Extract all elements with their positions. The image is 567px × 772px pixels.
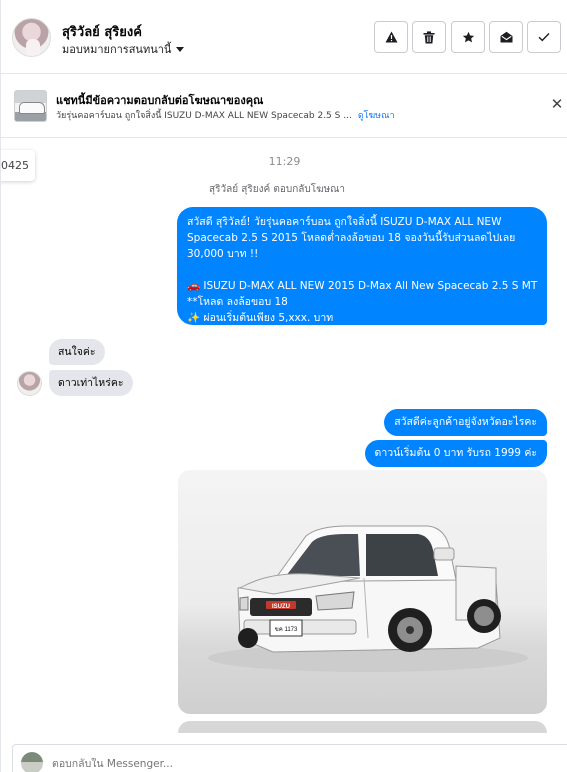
ad-message-line: **โหลด ลงล้อขอบ 18 <box>187 296 288 308</box>
conversation-header: สุริวัลย์ สุริยงค์ มอบหมายการสนทนานี้ <box>1 0 567 74</box>
ad-message-line: Spacecab 2.5 S 2015 โหลดต่ำลงล้อขอบ 18 จ… <box>187 232 516 244</box>
close-banner-button[interactable]: ✕ <box>549 96 565 112</box>
outgoing-message[interactable]: ดาวน์เริ่มต้น 0 บาท รับรถ 1999 ค่ะ <box>364 440 547 467</box>
warning-icon <box>385 31 397 43</box>
message-timestamp: 11:29 <box>268 155 301 168</box>
contact-avatar[interactable] <box>12 18 51 57</box>
assign-conversation-dropdown[interactable]: มอบหมายการสนทนานี้ <box>62 40 185 58</box>
ad-banner-subtitle: วัยรุ่นคอคาร์บอน ถูกใจสิ่งนี้ ISUZU D-MA… <box>56 108 395 122</box>
page-avatar <box>21 752 43 772</box>
incoming-message[interactable]: สนใจค่ะ <box>49 339 105 365</box>
envelope-open-icon <box>500 31 512 43</box>
car-photo-attachment[interactable]: ISUZU ขค 1173 <box>178 470 547 714</box>
ad-thumbnail[interactable] <box>14 90 47 122</box>
mark-unread-button[interactable] <box>489 21 523 53</box>
ad-banner-title: แชทนี้มีข้อความตอบกลับต่อโฆษณาของคุณ <box>56 94 264 107</box>
brand-badge: ISUZU <box>272 604 290 610</box>
sender-avatar <box>17 371 42 396</box>
ad-reply-note: สุริวัลย์ สุริยงค์ ตอบกลับโฆษณา <box>209 184 345 195</box>
car-photo-attachment-2[interactable] <box>178 721 547 733</box>
ad-message-line <box>187 262 537 278</box>
message-list[interactable]: 0425 11:29 สุริวัลย์ สุริยงค์ ตอบกลับโฆษ… <box>1 139 567 733</box>
reply-composer <box>12 744 567 772</box>
ad-message-bubble[interactable]: สวัสดี สุริวัลย์! วัยรุ่นคอคาร์บอน ถูกใจ… <box>177 207 547 325</box>
star-button[interactable] <box>451 21 485 53</box>
ad-message-line: 🚗 ISUZU D-MAX ALL NEW 2015 D-Max All New… <box>187 280 538 292</box>
ad-message-line: สวัสดี สุริวัลย์! วัยรุ่นคอคาร์บอน ถูกใจ… <box>187 216 502 228</box>
caret-down-icon <box>176 47 185 52</box>
reply-input[interactable] <box>52 758 502 770</box>
ad-message-line: ✨ ผ่อนเริ่มต้นเพียง 5,xxx. บาท <box>187 312 334 324</box>
incoming-message[interactable]: ดาวเท่าไหร่คะ <box>49 370 133 396</box>
car-photo: ISUZU ขค 1173 <box>208 525 528 672</box>
inbox-thread-panel: สุริวัลย์ สุริยงค์ มอบหมายการสนทนานี้ แช… <box>0 0 567 772</box>
ad-banner-text: วัยรุ่นคอคาร์บอน ถูกใจสิ่งนี้ ISUZU D-MA… <box>56 111 352 121</box>
license-plate: ขค 1173 <box>275 627 298 633</box>
view-ad-link[interactable]: ดูโฆษณา <box>358 111 395 121</box>
ad-message-line: 30,000 บาท !! <box>187 248 259 260</box>
mark-done-button[interactable] <box>527 21 561 53</box>
report-spam-button[interactable] <box>374 21 408 53</box>
check-icon <box>538 33 550 42</box>
delete-button[interactable] <box>412 21 446 53</box>
outgoing-message[interactable]: สวัสดีค่ะลูกค้าอยู่จังหวัดอะไรคะ <box>384 409 547 436</box>
star-icon <box>462 31 474 42</box>
contact-name[interactable]: สุริวัลย์ สุริยงค์ <box>62 21 142 42</box>
close-icon: ✕ <box>550 94 564 113</box>
assign-label: มอบหมายการสนทนานี้ <box>62 43 172 56</box>
trash-icon <box>423 30 435 43</box>
